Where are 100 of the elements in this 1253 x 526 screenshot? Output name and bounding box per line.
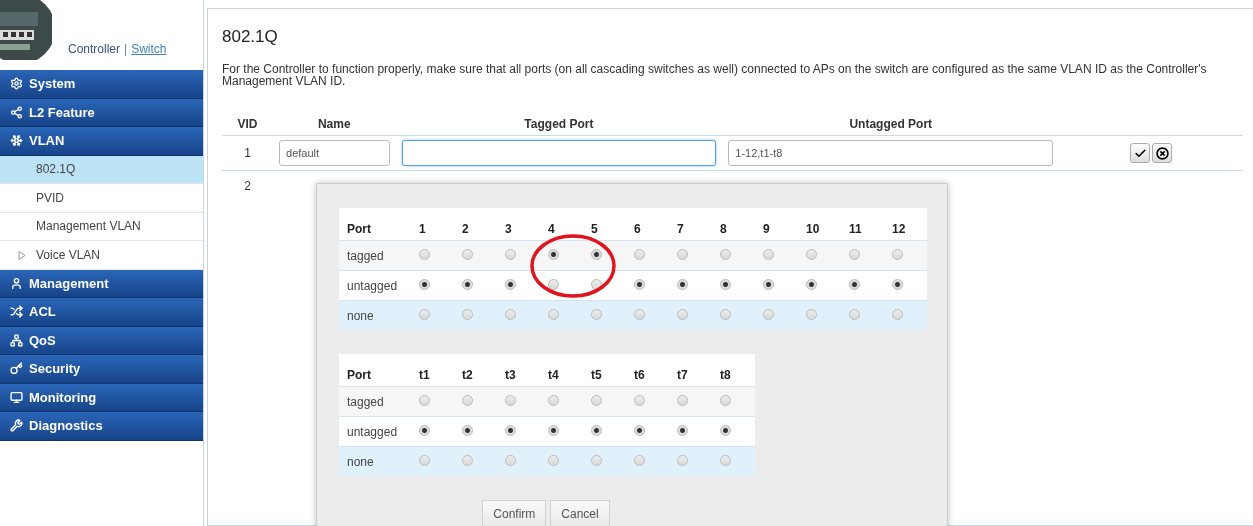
radio-button[interactable]: [462, 308, 473, 320]
radio-button[interactable]: [419, 248, 430, 260]
radio-button[interactable]: [634, 394, 645, 406]
radio-button[interactable]: [591, 308, 602, 320]
nav-section[interactable]: Security: [0, 355, 203, 384]
radio-button[interactable]: [419, 424, 430, 436]
radio-button[interactable]: [548, 424, 559, 436]
port-number: t1: [411, 354, 454, 387]
radio-button[interactable]: [548, 278, 559, 290]
nav-item[interactable]: 802.1Q: [0, 155, 203, 184]
column-header: Port: [339, 354, 411, 387]
nav-section[interactable]: Diagnostics: [0, 412, 203, 441]
radio-button[interactable]: [720, 308, 731, 320]
check-icon: [1133, 146, 1147, 160]
radio-button[interactable]: [462, 454, 473, 466]
row-label: untagged: [339, 270, 411, 301]
radio-button[interactable]: [591, 278, 602, 290]
radio-button[interactable]: [720, 454, 731, 466]
radio-button[interactable]: [419, 394, 430, 406]
radio-button[interactable]: [634, 308, 645, 320]
radio-button[interactable]: [505, 278, 516, 290]
page-title: 802.1Q: [222, 27, 279, 47]
radio-button[interactable]: [677, 424, 688, 436]
nav-icon: [10, 362, 23, 376]
radio-button[interactable]: [849, 278, 860, 290]
radio-button[interactable]: [548, 394, 559, 406]
radio-button[interactable]: [763, 248, 774, 260]
radio-button[interactable]: [677, 308, 688, 320]
radio-button[interactable]: [720, 394, 731, 406]
dialog-button[interactable]: Confirm: [482, 500, 547, 526]
name-field[interactable]: default: [279, 140, 390, 166]
radio-button[interactable]: [806, 278, 817, 290]
radio-button[interactable]: [462, 394, 473, 406]
radio-button[interactable]: [634, 454, 645, 466]
radio-button[interactable]: [548, 248, 559, 260]
port-number: 2: [454, 208, 497, 241]
radio-button[interactable]: [591, 424, 602, 436]
dialog-button[interactable]: Cancel: [550, 500, 610, 526]
nav-icon: [10, 305, 23, 319]
nav-section[interactable]: Monitoring: [0, 383, 203, 412]
radio-button[interactable]: [677, 454, 688, 466]
radio-button[interactable]: [591, 394, 602, 406]
radio-button[interactable]: [419, 308, 430, 320]
radio-button[interactable]: [505, 248, 516, 260]
radio-button[interactable]: [720, 248, 731, 260]
nav-section[interactable]: L2 Feature: [0, 98, 203, 127]
radio-button[interactable]: [892, 308, 903, 320]
mode-link[interactable]: Switch: [131, 42, 167, 56]
nav-section[interactable]: ACL: [0, 298, 203, 327]
radio-button[interactable]: [677, 248, 688, 260]
port-number: t5: [583, 354, 626, 387]
nav-section[interactable]: VLAN: [0, 127, 203, 156]
row-label: untagged: [339, 416, 411, 447]
untagged-port-field[interactable]: 1-12,t1-t8: [728, 140, 1054, 166]
radio-button[interactable]: [806, 308, 817, 320]
nav-section[interactable]: System: [0, 70, 203, 99]
radio-button[interactable]: [763, 308, 774, 320]
cancel-button[interactable]: [1152, 143, 1173, 163]
radio-button[interactable]: [806, 248, 817, 260]
radio-button[interactable]: [720, 424, 731, 436]
nav-section[interactable]: QoS: [0, 326, 203, 355]
row-label: tagged: [339, 240, 411, 271]
radio-button[interactable]: [677, 394, 688, 406]
save-button[interactable]: [1130, 143, 1151, 163]
radio-button[interactable]: [462, 278, 473, 290]
radio-button[interactable]: [849, 248, 860, 260]
port-number: 5: [583, 208, 626, 241]
port-number: 4: [540, 208, 583, 241]
radio-button[interactable]: [505, 394, 516, 406]
radio-button[interactable]: [677, 278, 688, 290]
radio-button[interactable]: [591, 454, 602, 466]
table-cell: 1: [222, 135, 274, 171]
separator: |: [124, 42, 128, 56]
radio-button[interactable]: [720, 278, 731, 290]
radio-button[interactable]: [892, 248, 903, 260]
radio-button[interactable]: [419, 278, 430, 290]
radio-button[interactable]: [505, 424, 516, 436]
nav-section[interactable]: Management: [0, 269, 203, 298]
column-header: Port: [339, 208, 411, 241]
radio-button[interactable]: [892, 278, 903, 290]
radio-button[interactable]: [634, 278, 645, 290]
radio-button[interactable]: [505, 308, 516, 320]
radio-button[interactable]: [462, 248, 473, 260]
nav-icon: [10, 390, 23, 404]
radio-button[interactable]: [548, 308, 559, 320]
radio-button[interactable]: [548, 454, 559, 466]
radio-button[interactable]: [634, 424, 645, 436]
mode-link[interactable]: Controller: [68, 42, 121, 56]
port-number: 3: [497, 208, 540, 241]
radio-button[interactable]: [462, 424, 473, 436]
radio-button[interactable]: [419, 454, 430, 466]
port-number: 9: [755, 208, 798, 241]
port-number: 1: [411, 208, 454, 241]
radio-button[interactable]: [591, 248, 602, 260]
tagged-port-field[interactable]: [401, 140, 717, 166]
radio-button[interactable]: [505, 454, 516, 466]
radio-button[interactable]: [763, 278, 774, 290]
radio-button[interactable]: [849, 308, 860, 320]
row-label: none: [339, 300, 411, 330]
radio-button[interactable]: [634, 248, 645, 260]
